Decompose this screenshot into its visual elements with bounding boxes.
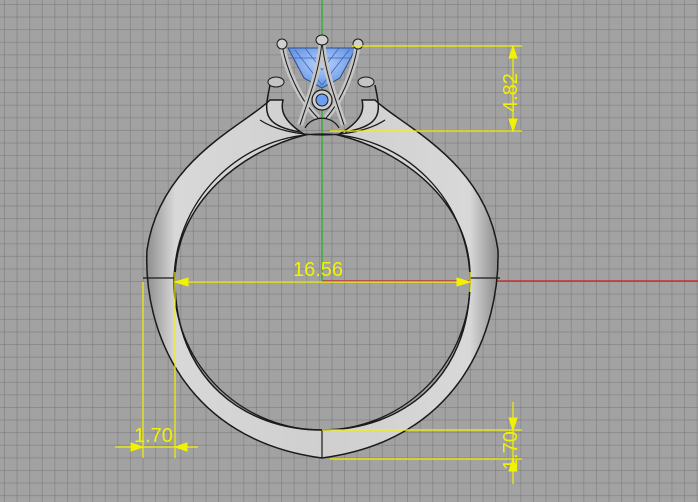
- side-prong-right: [357, 76, 375, 88]
- prong-tip-left: [276, 38, 288, 50]
- dimension-bottom-thickness-label: 1.70: [500, 431, 522, 470]
- dimension-inner-diameter-label: 16.56: [293, 259, 343, 281]
- ring-drawing: 4.82 16.56 1.70 1.70: [115, 0, 698, 484]
- dimension-setting-height-label: 4.82: [500, 73, 522, 112]
- side-prong-left: [267, 76, 285, 88]
- prong-tip-right: [352, 38, 364, 50]
- viewport-front[interactable]: 4.82 16.56 1.70 1.70: [0, 0, 698, 502]
- dimension-shank-width-label: 1.70: [134, 425, 173, 447]
- accent-stone[interactable]: [315, 93, 329, 107]
- prong-tip-center: [315, 34, 329, 46]
